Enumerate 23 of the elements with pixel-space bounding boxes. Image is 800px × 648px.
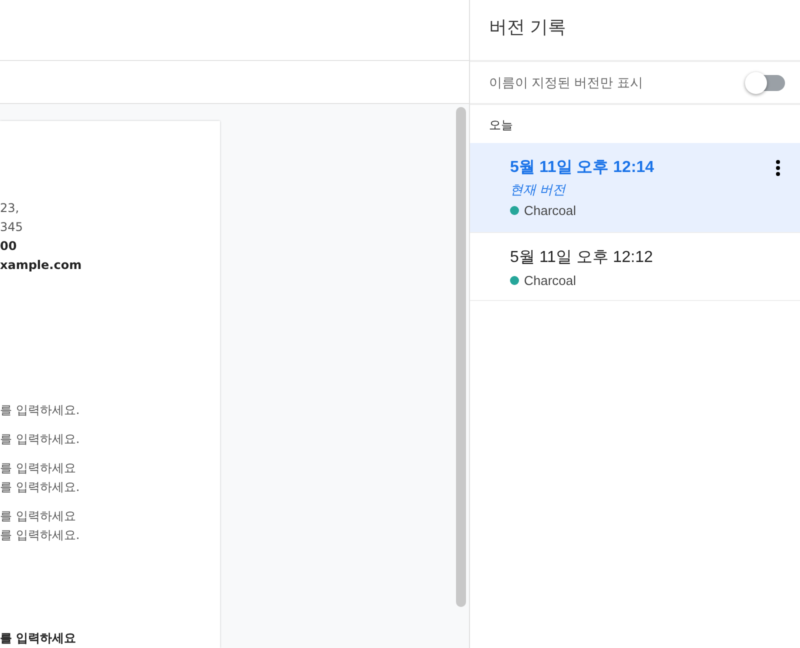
version-label: 현재 버전: [510, 181, 567, 199]
author-name: Charcoal: [524, 203, 576, 218]
author-name: Charcoal: [524, 273, 576, 288]
version-date: 5월 11일 오후 12:14: [510, 158, 654, 178]
version-item[interactable]: 5월 11일 오후 12:12 Charcoal: [470, 233, 800, 301]
document-text-line: 를 입력하세요.: [0, 431, 80, 448]
more-options-icon[interactable]: [776, 160, 780, 176]
document-text-line: 345: [0, 219, 23, 236]
version-item[interactable]: 5월 11일 오후 12:14 현재 버전 Charcoal: [470, 143, 800, 233]
document-text-line: 를 입력하세요: [0, 460, 76, 477]
document-text-line: xample.com: [0, 257, 82, 274]
document-text-line: 를 입력하세요: [0, 630, 76, 647]
document-text-line: 를 입력하세요.: [0, 527, 80, 544]
document-text-line: 를 입력하세요.: [0, 479, 80, 496]
scrollbar[interactable]: [456, 107, 466, 607]
version-date: 5월 11일 오후 12:12: [510, 248, 653, 268]
toggle-label: 이름이 지정된 버전만 표시: [489, 74, 643, 92]
document-text-line: 를 입력하세요.: [0, 402, 80, 419]
document-text-line: 23,: [0, 200, 20, 217]
group-heading: 오늘: [488, 117, 514, 134]
document-text-line: 00: [0, 238, 17, 255]
panel-title: 버전 기록: [470, 0, 800, 62]
document-text-line: 를 입력하세요: [0, 508, 76, 525]
